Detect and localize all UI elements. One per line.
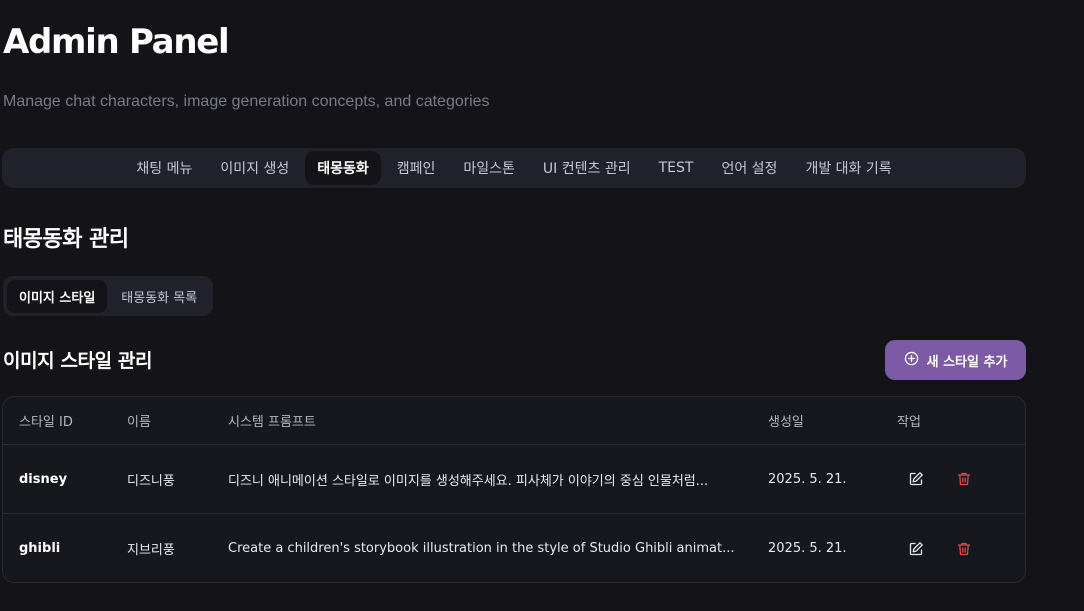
style-prompt: Create a children's storybook illustrati… [228,514,748,582]
trash-icon[interactable] [954,469,974,489]
tab-ui-content[interactable]: UI 컨텐츠 관리 [531,151,643,185]
column-header-id: 스타일 ID [19,415,73,430]
tab-image-generation[interactable]: 이미지 생성 [208,151,301,185]
tab-taemong-story[interactable]: 태몽동화 [305,151,381,185]
style-prompt-text: Create a children's storybook illustrati… [228,541,735,556]
style-name: 지브리풍 [127,543,175,558]
edit-icon[interactable] [906,539,926,559]
table-row: ghibli 지브리풍 Create a children's storyboo… [3,514,1025,582]
column-header-created: 생성일 [768,415,804,430]
tab-test[interactable]: TEST [647,153,706,183]
styles-heading: 이미지 스타일 관리 [3,350,153,372]
page-title: Admin Panel [3,22,230,62]
style-prompt-text: 디즈니 애니메이션 스타일로 이미지를 생성해주세요. 피사체가 이야기의 중심… [228,473,709,489]
column-header-prompt: 시스템 프롬프트 [228,415,316,430]
subtab-story-list[interactable]: 태몽동화 목록 [109,280,209,313]
style-created: 2025. 5. 21. [768,471,847,487]
tab-language-settings[interactable]: 언어 설정 [709,151,789,185]
style-prompt: 디즈니 애니메이션 스타일로 이미지를 생성해주세요. 피사체가 이야기의 중심… [228,445,748,513]
style-id: disney [19,471,68,487]
plus-circle-icon [904,351,919,370]
tab-campaign[interactable]: 캠페인 [385,151,448,185]
table-header: 스타일 ID 이름 시스템 프롬프트 생성일 작업 [3,397,1025,445]
tab-dev-chat-history[interactable]: 개발 대화 기록 [793,151,903,185]
column-header-name: 이름 [127,415,151,430]
edit-icon[interactable] [906,469,926,489]
add-style-button[interactable]: 새 스타일 추가 [885,340,1026,380]
page-subtitle: Manage chat characters, image generation… [3,93,490,110]
section-title: 태몽동화 관리 [3,227,129,252]
sub-tabs: 이미지 스타일 태몽동화 목록 [3,276,214,316]
trash-icon[interactable] [954,539,974,559]
subtab-image-style[interactable]: 이미지 스타일 [7,279,108,313]
table-row: disney 디즈니풍 디즈니 애니메이션 스타일로 이미지를 생성해주세요. … [3,445,1025,514]
style-id: ghibli [19,541,61,556]
style-created: 2025. 5. 21. [768,541,847,556]
styles-table: 스타일 ID 이름 시스템 프롬프트 생성일 작업 disney 디즈니풍 디즈… [2,396,1026,583]
column-header-actions: 작업 [897,415,921,430]
tab-chat-menu[interactable]: 채팅 메뉴 [124,151,204,185]
add-style-label: 새 스타일 추가 [926,354,1008,370]
tab-milestone[interactable]: 마일스톤 [451,151,527,185]
main-nav: 채팅 메뉴 이미지 생성 태몽동화 캠페인 마일스톤 UI 컨텐츠 관리 TES… [2,148,1026,188]
style-name: 디즈니풍 [127,473,175,489]
